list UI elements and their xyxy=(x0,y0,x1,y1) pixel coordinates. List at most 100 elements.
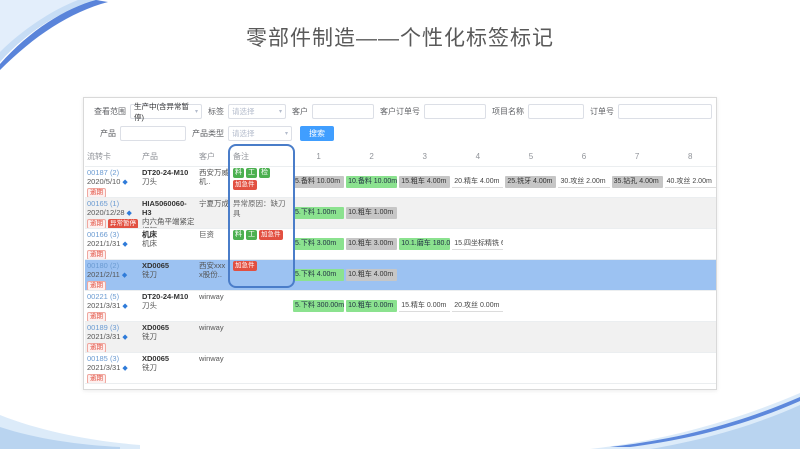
card-number-link[interactable]: 00185 (3) xyxy=(87,354,138,363)
process-cell: 15.粗车 4.00m xyxy=(398,167,451,197)
col-header-day: 8 xyxy=(664,147,717,166)
card-number-link[interactable]: 00189 (3) xyxy=(87,323,138,332)
process-step-chip[interactable]: 40.攻丝 2.00m xyxy=(665,176,716,188)
order-no-label: 订单号 xyxy=(590,106,614,117)
process-step-chip[interactable]: 10.1.磨车 180.00m xyxy=(399,238,450,250)
flag-icon: ◆ xyxy=(122,272,127,279)
card-date: 2021/2/11◆ xyxy=(87,270,138,280)
process-step-chip[interactable]: 35.钻孔 4.00m xyxy=(612,176,663,188)
status-badge: 逾期 xyxy=(87,374,106,383)
card-cell: 00180 (2)2021/2/11◆逾期 xyxy=(85,260,140,290)
process-step-chip[interactable]: 10.备料 10.00m xyxy=(346,176,397,188)
process-cell xyxy=(611,353,664,383)
process-step-chip[interactable]: 25.铣牙 4.00m xyxy=(505,176,556,188)
search-button[interactable]: 搜索 xyxy=(300,126,334,141)
table-row[interactable]: 00189 (3)2021/3/31◆逾期XD0065铣刀winway xyxy=(85,322,716,353)
view-scope-select[interactable]: 生产中(含异常暂停) ▾ xyxy=(130,104,202,119)
product-name: 刀头 xyxy=(142,301,195,310)
process-step-chip[interactable]: 20.精车 4.00m xyxy=(452,176,503,188)
process-cell xyxy=(611,322,664,352)
product-type-label: 产品类型 xyxy=(192,128,224,139)
customer-cell: winway xyxy=(197,291,231,321)
process-step-chip[interactable]: 20.攻丝 0.00m xyxy=(452,300,503,312)
customer-input[interactable] xyxy=(312,104,374,119)
process-step-chip[interactable]: 5.下料 300.00m xyxy=(293,300,344,312)
customer-order-input[interactable] xyxy=(424,104,486,119)
product-name: 铣刀 xyxy=(142,270,195,279)
process-step-chip[interactable]: 10.粗车 1.00m xyxy=(346,207,397,219)
card-number-link[interactable]: 00221 (5) xyxy=(87,292,138,301)
process-step-chip[interactable]: 15.精车 0.00m xyxy=(399,300,450,312)
card-number-link[interactable]: 00187 (2) xyxy=(87,168,138,177)
card-date: 2021/1/31◆ xyxy=(87,239,138,249)
table-row[interactable]: 00165 (1)2020/12/28◆逾期异常暂停HIA5060060-H3内… xyxy=(85,198,716,229)
process-cell xyxy=(292,322,345,352)
process-step-chip[interactable]: 5.下料 1.00m xyxy=(293,207,344,219)
table-row[interactable]: 00221 (5)2021/3/31◆逾期DT20-24-M10刀头winway… xyxy=(85,291,716,322)
product-cell: DT20-24-M10刀头 xyxy=(140,167,197,197)
table-header-row: 流转卡产品客户备注12345678 xyxy=(85,147,716,167)
col-header-day: 7 xyxy=(611,147,664,166)
process-step-chip[interactable]: 15.粗车 4.00m xyxy=(399,176,450,188)
process-cell: 40.攻丝 2.00m xyxy=(664,167,717,197)
note-cell xyxy=(231,291,292,321)
note-tag: 料 xyxy=(233,168,244,178)
process-cell xyxy=(504,198,557,228)
product-cell: DT20-24-M10刀头 xyxy=(140,291,197,321)
project-name-input[interactable] xyxy=(528,104,584,119)
note-cell: 加急件 xyxy=(231,260,292,290)
process-cell: 5.下料 3.00m xyxy=(292,229,345,259)
process-step-chip[interactable]: 5.下料 4.00m xyxy=(293,269,344,281)
process-cell xyxy=(398,198,451,228)
process-cell xyxy=(504,353,557,383)
process-step-chip[interactable]: 15.四坐标精铣 6.00m xyxy=(452,238,503,250)
flag-icon: ◆ xyxy=(122,303,127,310)
process-step-chip[interactable]: 30.攻丝 2.00m xyxy=(558,176,609,188)
process-cell: 35.钻孔 4.00m xyxy=(611,167,664,197)
customer-order-label: 客户订单号 xyxy=(380,106,420,117)
card-number-link[interactable]: 00166 (3) xyxy=(87,230,138,239)
order-no-input[interactable] xyxy=(618,104,712,119)
process-cell: 10.粗车 3.00m xyxy=(345,229,398,259)
process-cell xyxy=(345,322,398,352)
note-tags: 料工检加急件 xyxy=(233,168,290,190)
card-date: 2020/12/28◆ xyxy=(87,208,138,218)
table-row[interactable]: 00187 (2)2020/5/10◆逾期DT20-24-M10刀头西安万威机.… xyxy=(85,167,716,198)
process-step-chip[interactable]: 10.粗车 3.00m xyxy=(346,238,397,250)
card-number-link[interactable]: 00165 (1) xyxy=(87,199,138,208)
process-step-chip[interactable]: 5.备料 10.00m xyxy=(293,176,344,188)
note-cell: 料工检加急件 xyxy=(231,167,292,197)
customer-cell: 宁夏万成 xyxy=(197,198,231,228)
process-step-chip[interactable]: 10.粗车 0.00m xyxy=(346,300,397,312)
product-label: 产品 xyxy=(100,128,116,139)
process-cell xyxy=(557,198,610,228)
col-header-card: 流转卡 xyxy=(85,147,140,166)
status-badges: 逾期 xyxy=(87,374,138,383)
customer-cell: winway xyxy=(197,322,231,352)
process-cell xyxy=(398,322,451,352)
status-badges: 逾期 xyxy=(87,343,138,352)
process-cell xyxy=(398,260,451,290)
process-cell: 10.粗车 1.00m xyxy=(345,198,398,228)
customer-cell: 西安xxx x股份.. xyxy=(197,260,231,290)
table-row[interactable]: 00166 (3)2021/1/31◆逾期机床机床巨资料工加急件5.下料 3.0… xyxy=(85,229,716,260)
card-number-link[interactable]: 00180 (2) xyxy=(87,261,138,270)
process-cell xyxy=(557,291,610,321)
process-cell xyxy=(504,322,557,352)
note-tags: 加急件 xyxy=(233,261,290,271)
table-row[interactable]: 00180 (2)2021/2/11◆逾期XD0065铣刀西安xxx x股份..… xyxy=(85,260,716,291)
product-code: XD0065 xyxy=(142,323,195,332)
tag-select[interactable]: 请选择 ▾ xyxy=(228,104,286,119)
table-row[interactable]: 00185 (3)2021/3/31◆逾期XD0065铣刀winway xyxy=(85,353,716,384)
process-step-chip[interactable]: 10.粗车 4.00m xyxy=(346,269,397,281)
process-cell: 5.下料 300.00m xyxy=(292,291,345,321)
product-cell: XD0065铣刀 xyxy=(140,260,197,290)
product-input[interactable] xyxy=(120,126,186,141)
process-step-chip[interactable]: 5.下料 3.00m xyxy=(293,238,344,250)
process-cell xyxy=(557,260,610,290)
card-date: 2021/3/31◆ xyxy=(87,332,138,342)
product-type-select[interactable]: 请选择 ▾ xyxy=(228,126,292,141)
process-cell xyxy=(557,353,610,383)
card-date: 2020/5/10◆ xyxy=(87,177,138,187)
card-cell: 00185 (3)2021/3/31◆逾期 xyxy=(85,353,140,383)
